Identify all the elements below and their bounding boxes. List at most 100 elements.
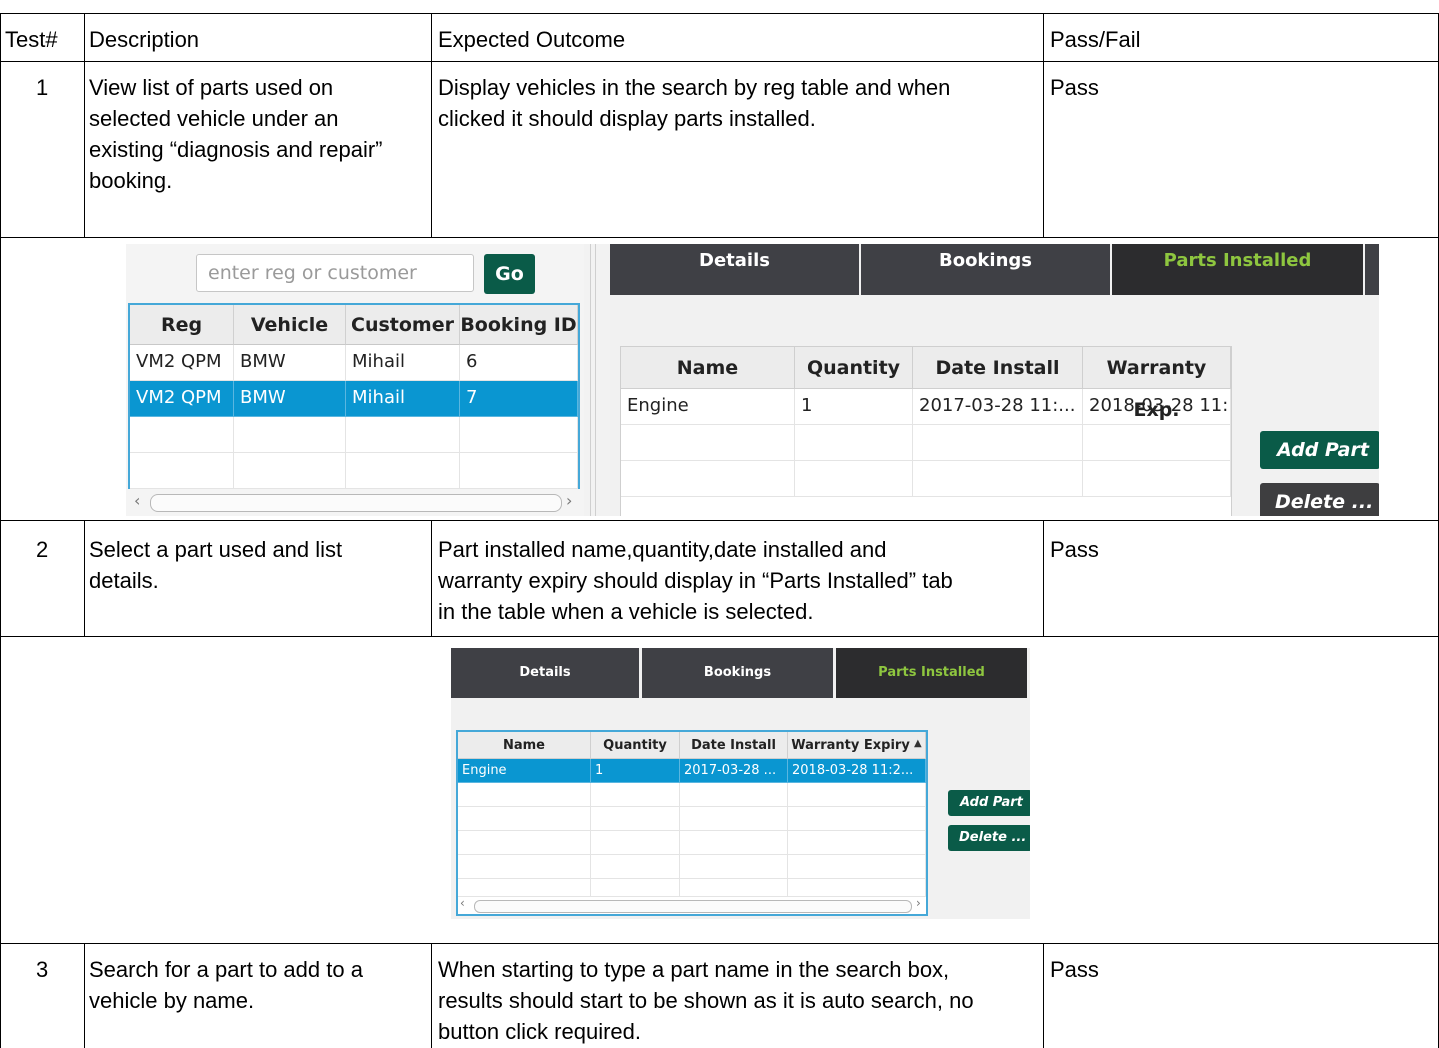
parts-table: Name Quantity Date Install Warranty Expi… bbox=[456, 730, 928, 916]
empty-cell bbox=[680, 855, 788, 879]
scrollbar-thumb[interactable] bbox=[474, 900, 912, 913]
tab-bookings[interactable]: Bookings bbox=[861, 244, 1110, 295]
empty-cell bbox=[788, 807, 926, 831]
scroll-left-icon[interactable]: ‹ bbox=[134, 491, 140, 510]
column-header-name[interactable]: Name bbox=[621, 347, 795, 389]
empty-cell bbox=[591, 831, 680, 855]
empty-cell bbox=[591, 879, 680, 897]
add-part-button[interactable]: Add Part bbox=[1260, 431, 1379, 469]
column-header-customer[interactable]: Customer bbox=[346, 305, 460, 345]
table-cell-selected[interactable]: Engine bbox=[458, 759, 591, 783]
column-header-quantity[interactable]: Quantity bbox=[795, 347, 913, 389]
tab-parts-installed[interactable]: Parts Installed bbox=[1112, 244, 1363, 295]
header-test-number: Test# bbox=[5, 27, 58, 52]
empty-cell bbox=[621, 425, 795, 461]
test-number: 1 bbox=[36, 75, 49, 100]
tab-details[interactable]: Details bbox=[610, 244, 859, 295]
parts-table: Name Quantity Date Install Warranty Exp.… bbox=[620, 346, 1232, 516]
column-header-date-install[interactable]: Date Install bbox=[680, 732, 788, 759]
empty-cell bbox=[680, 879, 788, 897]
empty-cell bbox=[788, 783, 926, 807]
empty-cell bbox=[788, 855, 926, 879]
table-cell[interactable]: VM2 QPM bbox=[130, 345, 234, 381]
delete-part-button[interactable]: Delete ... bbox=[948, 825, 1030, 851]
empty-cell bbox=[1083, 425, 1231, 461]
column-header-reg[interactable]: Reg bbox=[130, 305, 234, 345]
empty-cell bbox=[591, 783, 680, 807]
empty-cell bbox=[460, 417, 578, 453]
scroll-right-icon[interactable]: › bbox=[566, 491, 572, 510]
table-cell[interactable]: 6 bbox=[460, 345, 578, 381]
empty-cell bbox=[795, 461, 913, 497]
table-cell[interactable]: BMW bbox=[234, 345, 346, 381]
empty-cell bbox=[346, 453, 460, 489]
header-expected-outcome: Expected Outcome bbox=[438, 27, 626, 52]
test-result: Pass bbox=[1050, 537, 1099, 562]
empty-cell bbox=[458, 879, 591, 897]
scroll-left-icon[interactable]: ‹ bbox=[460, 896, 465, 910]
table-cell-selected[interactable]: 2018-03-28 11:2... bbox=[788, 759, 926, 783]
tab-overflow[interactable] bbox=[1365, 244, 1379, 295]
table-cell-selected[interactable]: 7 bbox=[460, 381, 578, 417]
empty-cell bbox=[458, 783, 591, 807]
header-pass-fail: Pass/Fail bbox=[1050, 27, 1141, 52]
empty-cell bbox=[680, 783, 788, 807]
delete-part-button[interactable]: Delete ... bbox=[1260, 483, 1379, 516]
table-cell[interactable]: Mihail bbox=[346, 345, 460, 381]
test-result: Pass bbox=[1050, 957, 1099, 982]
tab-bookings[interactable]: Bookings bbox=[642, 648, 833, 698]
empty-cell bbox=[234, 453, 346, 489]
scroll-right-icon[interactable]: › bbox=[916, 896, 921, 910]
empty-cell bbox=[913, 461, 1083, 497]
empty-cell bbox=[680, 831, 788, 855]
table-cell[interactable]: 1 bbox=[795, 389, 913, 425]
empty-cell bbox=[621, 461, 795, 497]
vehicle-table: Reg Vehicle Customer Booking ID VM2 QPM … bbox=[128, 303, 580, 516]
vehicle-search-panel: enter reg or customer name Go Reg Vehicl… bbox=[126, 244, 584, 516]
column-header-date-install[interactable]: Date Install bbox=[913, 347, 1083, 389]
go-button[interactable]: Go bbox=[484, 254, 535, 294]
table-cell[interactable]: 2017-03-28 11:... bbox=[913, 389, 1083, 425]
empty-cell bbox=[458, 855, 591, 879]
column-header-warranty[interactable]: Warranty Exp. bbox=[1083, 347, 1231, 421]
empty-cell bbox=[458, 831, 591, 855]
split-pane-divider[interactable] bbox=[590, 244, 596, 516]
table-cell-selected[interactable]: 1 bbox=[591, 759, 680, 783]
empty-cell bbox=[346, 417, 460, 453]
table-cell-selected[interactable]: 2017-03-28 ... bbox=[680, 759, 788, 783]
empty-cell bbox=[788, 879, 926, 897]
empty-cell bbox=[795, 425, 913, 461]
empty-cell bbox=[234, 417, 346, 453]
table-cell-selected[interactable]: VM2 QPM bbox=[130, 381, 234, 417]
horizontal-scrollbar[interactable]: ‹ › bbox=[128, 489, 580, 516]
empty-cell bbox=[680, 807, 788, 831]
add-part-button[interactable]: Add Part bbox=[948, 790, 1030, 816]
expected-outcome: Part installed name,quantity,date instal… bbox=[438, 537, 953, 624]
tab-parts-installed[interactable]: Parts Installed bbox=[836, 648, 1027, 698]
empty-cell bbox=[788, 831, 926, 855]
column-header-booking-id[interactable]: Booking ID bbox=[460, 305, 578, 345]
column-header-vehicle[interactable]: Vehicle bbox=[234, 305, 346, 345]
header-description: Description bbox=[89, 27, 200, 52]
table-cell-selected[interactable]: Mihail bbox=[346, 381, 460, 417]
table-cell-selected[interactable]: BMW bbox=[234, 381, 346, 417]
empty-cell bbox=[130, 453, 234, 489]
sort-ascending-icon[interactable]: ▲ bbox=[914, 738, 922, 749]
column-header-name[interactable]: Name bbox=[458, 732, 591, 759]
test-description: View list of parts used on selected vehi… bbox=[89, 75, 383, 193]
table-cell[interactable]: Engine bbox=[621, 389, 795, 425]
screenshot-vehicle-search: enter reg or customer name Go Reg Vehicl… bbox=[126, 244, 1379, 516]
empty-cell bbox=[130, 417, 234, 453]
table-cell[interactable]: 2018-03-28 11:. bbox=[1083, 389, 1231, 425]
search-input[interactable]: enter reg or customer name bbox=[196, 254, 474, 320]
test-number: 2 bbox=[36, 537, 49, 562]
screenshot-parts-installed: Details Bookings Parts Installed Name Qu… bbox=[451, 648, 1030, 919]
empty-cell bbox=[913, 425, 1083, 461]
empty-cell bbox=[1083, 461, 1231, 497]
column-header-warranty-expiry[interactable]: Warranty Expiry bbox=[788, 732, 926, 759]
column-header-quantity[interactable]: Quantity bbox=[591, 732, 680, 759]
empty-cell bbox=[591, 807, 680, 831]
tab-details[interactable]: Details bbox=[451, 648, 639, 698]
scrollbar-thumb[interactable] bbox=[150, 494, 562, 512]
vehicle-detail-panel: Details Bookings Parts Installed Name Qu… bbox=[610, 244, 1379, 516]
